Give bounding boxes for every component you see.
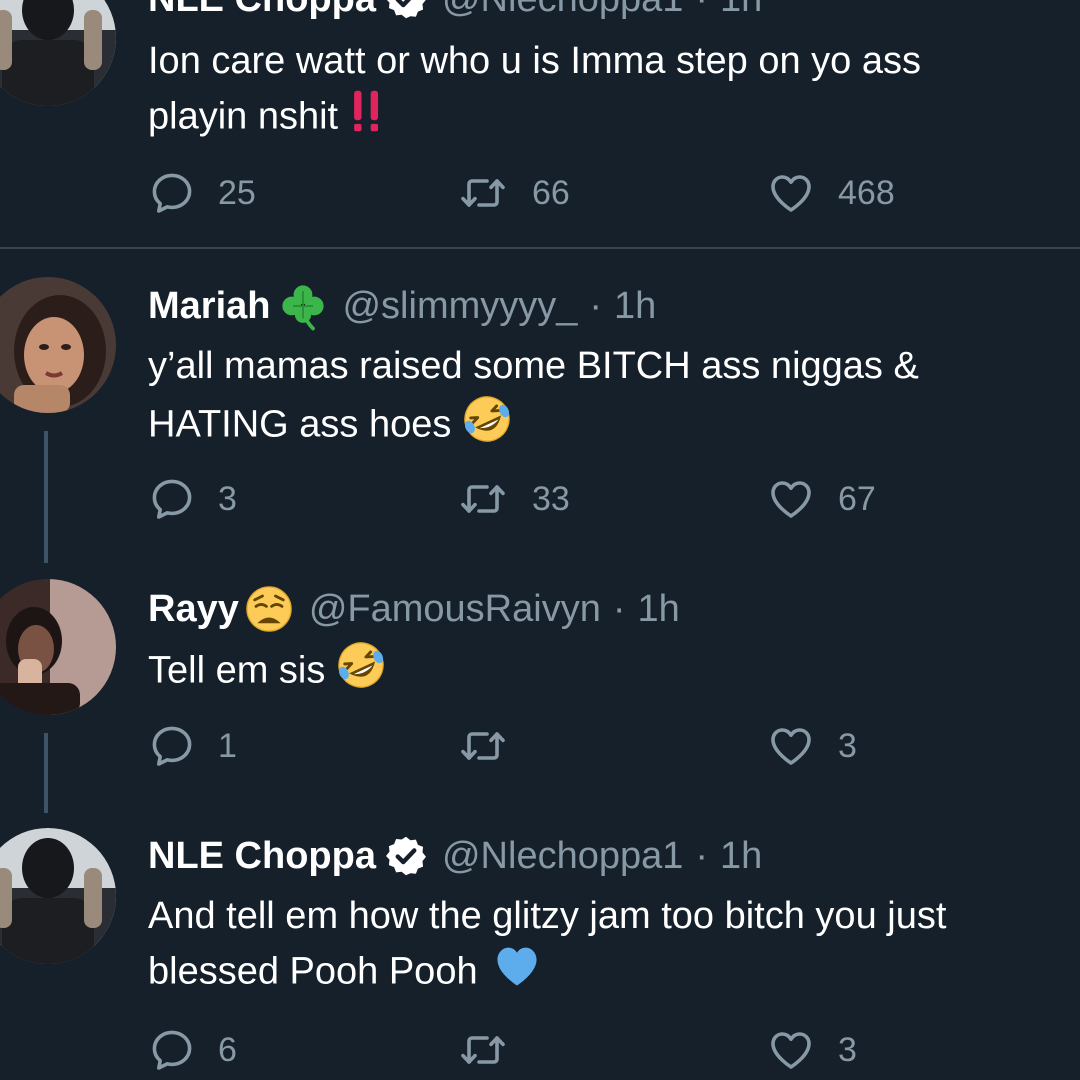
tweet-header: NLE Choppa @Nlechoppa1 · 1h xyxy=(148,831,762,881)
reply-button[interactable]: 3 xyxy=(148,474,237,524)
timestamp[interactable]: 1h xyxy=(720,835,762,878)
tweet-text: Tell em sis xyxy=(148,639,1070,706)
tweet-4[interactable]: NLE Choppa @Nlechoppa1 · 1h And tell em … xyxy=(0,825,1080,1080)
reply-count: 3 xyxy=(218,479,237,518)
reply-icon xyxy=(148,722,196,770)
like-button[interactable]: 3 xyxy=(766,721,857,771)
retweet-icon xyxy=(456,169,510,217)
rolling-laughing-emoji-icon xyxy=(461,393,513,460)
tweet-text: And tell em how the glitzy jam too bitch… xyxy=(148,889,1080,1004)
separator-dot: · xyxy=(612,587,626,630)
display-name[interactable]: Rayy xyxy=(148,588,239,631)
verified-badge-icon xyxy=(384,0,428,21)
like-count: 3 xyxy=(838,1030,857,1069)
tweet-header: Mariah @slimmyyyy_ · 1h xyxy=(148,281,656,331)
like-count: 468 xyxy=(838,173,895,212)
tweet-text: Ion care watt or who u is Imma step on y… xyxy=(148,34,1070,149)
like-button[interactable]: 468 xyxy=(766,168,895,218)
timestamp[interactable]: 1h xyxy=(614,285,656,328)
tweet-header: NLE Choppa @Nlechoppa1 · 1h xyxy=(148,0,762,24)
tweet-text-line: Ion care watt or who u is Imma step on y… xyxy=(148,40,922,82)
heart-icon xyxy=(766,169,816,217)
retweet-icon xyxy=(456,1026,510,1074)
retweet-icon xyxy=(456,475,510,523)
retweet-icon xyxy=(456,722,510,770)
separator-dot: · xyxy=(695,0,708,21)
tweet-actions: 3 33 67 xyxy=(0,474,1080,524)
reply-count: 1 xyxy=(218,726,237,765)
like-count: 3 xyxy=(838,726,857,765)
retweet-button[interactable] xyxy=(456,1025,532,1075)
avatar-nle-choppa[interactable] xyxy=(0,0,116,106)
tweet-1[interactable]: NLE Choppa @Nlechoppa1 · 1h Ion care wat… xyxy=(0,0,1080,248)
retweet-button[interactable] xyxy=(456,721,532,771)
timestamp[interactable]: 1h xyxy=(638,588,680,631)
tweet-actions: 6 3 xyxy=(0,1025,1080,1075)
like-count: 67 xyxy=(838,479,876,518)
tweet-text-line: And tell em how the glitzy jam too bitch… xyxy=(148,895,947,937)
heart-icon xyxy=(766,475,816,523)
tweet-text-line: blessed Pooh Pooh xyxy=(148,950,478,993)
reply-icon xyxy=(148,475,196,523)
display-name[interactable]: NLE Choppa xyxy=(148,0,376,21)
user-handle[interactable]: @Nlechoppa1 xyxy=(442,0,683,21)
tweet-3[interactable]: Rayy @FamousRaivyn · 1h Tell em sis 1 3 xyxy=(0,579,1080,825)
tweet-text-line: HATING ass hoes xyxy=(148,403,452,446)
heart-icon xyxy=(766,1026,816,1074)
verified-badge-icon xyxy=(384,834,428,878)
timestamp[interactable]: 1h xyxy=(720,0,762,21)
like-button[interactable]: 67 xyxy=(766,474,876,524)
display-name[interactable]: Mariah xyxy=(148,285,270,328)
tweet-actions: 25 66 468 xyxy=(0,168,1080,218)
retweet-button[interactable]: 33 xyxy=(456,474,570,524)
retweet-button[interactable]: 66 xyxy=(456,168,570,218)
reply-button[interactable]: 6 xyxy=(148,1025,237,1075)
double-exclamation-icon xyxy=(348,88,386,149)
user-handle[interactable]: @slimmyyyy_ xyxy=(342,285,577,328)
avatar-mariah[interactable] xyxy=(0,277,116,413)
user-handle[interactable]: @Nlechoppa1 xyxy=(442,835,683,878)
tweet-text-line: y’all mamas raised some BITCH ass niggas… xyxy=(148,345,919,387)
reply-button[interactable]: 1 xyxy=(148,721,237,771)
separator-dot: · xyxy=(589,284,603,327)
separator-dot: · xyxy=(695,834,709,877)
reply-icon xyxy=(148,169,196,217)
tweet-text-line: playin nshit xyxy=(148,95,339,138)
tweet-text-line: Tell em sis xyxy=(148,649,326,692)
like-button[interactable]: 3 xyxy=(766,1025,857,1075)
tweet-2[interactable]: Mariah @slimmyyyy_ · 1h y’all mamas rais… xyxy=(0,249,1080,579)
rolling-laughing-emoji-icon xyxy=(335,639,387,706)
weary-face-emoji-icon xyxy=(243,583,295,635)
avatar-nle-choppa[interactable] xyxy=(0,828,116,964)
display-name[interactable]: NLE Choppa xyxy=(148,835,376,878)
avatar-rayy[interactable] xyxy=(0,579,116,715)
heart-icon xyxy=(766,722,816,770)
retweet-count: 66 xyxy=(532,173,570,212)
reply-button[interactable]: 25 xyxy=(148,168,256,218)
tweet-header: Rayy @FamousRaivyn · 1h xyxy=(148,584,680,634)
reply-count: 25 xyxy=(218,173,256,212)
blue-heart-icon xyxy=(492,943,542,1004)
reply-count: 6 xyxy=(218,1030,237,1069)
reply-icon xyxy=(148,1026,196,1074)
tweet-actions: 1 3 xyxy=(0,721,1080,771)
user-handle[interactable]: @FamousRaivyn xyxy=(309,588,601,631)
retweet-count: 33 xyxy=(532,479,570,518)
tweet-text: y’all mamas raised some BITCH ass niggas… xyxy=(148,339,1070,460)
shamrock-icon xyxy=(278,281,328,331)
